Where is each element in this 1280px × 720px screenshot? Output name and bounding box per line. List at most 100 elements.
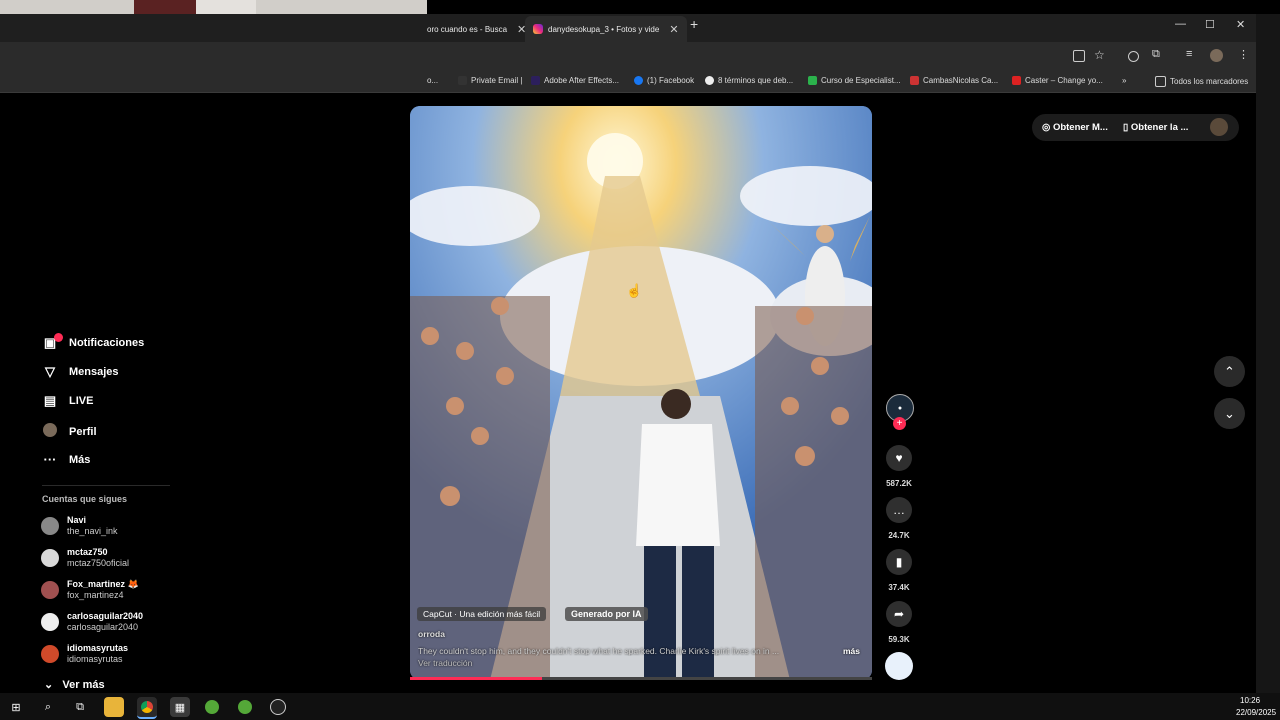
user-avatar[interactable]	[1210, 118, 1228, 136]
chrome-icon[interactable]	[137, 697, 157, 719]
like-count: 587.2K	[886, 479, 912, 488]
chevron-up-icon: ⌃	[1224, 363, 1235, 379]
more-dots-icon: ···	[43, 452, 57, 467]
browser-toolbar	[0, 42, 1256, 72]
obs-icon[interactable]	[268, 697, 288, 717]
bookmark-item[interactable]: Curso de Especialist...	[808, 76, 901, 85]
send-icon: ▽	[45, 364, 55, 379]
after-effects-icon	[531, 76, 540, 85]
video-frame-image	[410, 106, 872, 680]
profile-avatar	[42, 423, 58, 440]
bookmark-favicon-icon	[1012, 76, 1021, 85]
avatar	[41, 517, 59, 535]
share-button[interactable]: ➦	[886, 601, 912, 627]
sidebar-item-profile[interactable]: Perfil	[42, 423, 97, 440]
install-app-icon[interactable]	[1073, 50, 1085, 62]
media-control-icon[interactable]: ≡	[1186, 48, 1192, 60]
maximize-icon[interactable]: ☐	[1205, 18, 1215, 31]
utorrent-icon[interactable]	[235, 697, 255, 717]
phone-icon: ▯	[1123, 122, 1131, 133]
facebook-icon	[634, 76, 643, 85]
live-tv-icon: ▤	[43, 393, 57, 408]
bookmark-item[interactable]: Private Email |	[458, 76, 522, 85]
file-explorer-icon[interactable]	[104, 697, 124, 717]
bookmark-item[interactable]: (1) Facebook	[634, 76, 694, 85]
tab-title: oro cuando es - Busca	[427, 24, 508, 34]
previous-video-button[interactable]: ⌃	[1214, 356, 1245, 387]
translate-link[interactable]: Ver traducción	[418, 658, 472, 668]
comment-icon: …	[893, 503, 905, 517]
star-icon[interactable]: ☆	[1094, 48, 1105, 62]
video-author[interactable]: orroda	[418, 629, 445, 639]
capcut-badge[interactable]: CapCut · Una edición más fácil	[417, 607, 547, 621]
folder-icon	[1155, 76, 1166, 87]
chevron-down-icon: ⌄	[44, 679, 63, 691]
browser-tab-active[interactable]: danydesokupa_3 • Fotos y vide ✕	[525, 16, 687, 42]
bookmark-item[interactable]: o...	[427, 76, 438, 85]
avatar	[41, 613, 59, 631]
heart-icon: ♥	[895, 451, 903, 465]
tab-title: danydesokupa_3 • Fotos y vide	[548, 24, 660, 34]
avatar	[41, 581, 59, 599]
task-view-icon[interactable]: ⧉	[70, 697, 90, 717]
share-count: 59.3K	[888, 635, 910, 644]
extension-icon[interactable]	[1128, 51, 1139, 62]
chevron-down-icon: ⌄	[1224, 405, 1235, 421]
bookmark-favicon-icon	[705, 76, 714, 85]
close-window-icon[interactable]: ✕	[1236, 18, 1245, 31]
bookmark-icon: ▮	[895, 555, 903, 569]
following-section-title: Cuentas que sigues	[42, 494, 128, 504]
bookmark-item[interactable]: Caster – Change yo...	[1012, 76, 1103, 85]
like-button[interactable]: ♥	[886, 445, 912, 471]
video-player[interactable]	[410, 106, 872, 680]
bookmarks-overflow-icon[interactable]: »	[1122, 76, 1126, 85]
divider	[42, 485, 170, 486]
mouse-cursor-icon: ☝	[626, 283, 643, 298]
share-icon: ➦	[893, 607, 905, 621]
close-icon[interactable]: ✕	[669, 23, 678, 36]
new-tab-icon[interactable]: +	[690, 16, 698, 32]
comment-button[interactable]: …	[886, 497, 912, 523]
clock-date[interactable]: 22/09/2025	[1236, 708, 1276, 717]
caption-more-link[interactable]: más	[843, 646, 860, 656]
minimize-icon[interactable]: —	[1175, 18, 1186, 30]
utorrent-icon[interactable]	[202, 697, 222, 717]
video-progress-fill	[410, 677, 542, 680]
puzzle-icon[interactable]: ⧉	[1152, 48, 1160, 61]
instagram-icon	[533, 24, 543, 34]
clock-time[interactable]: 10:26	[1240, 696, 1260, 705]
bookmark-item[interactable]: 8 términos que deb...	[705, 76, 793, 85]
browser-tab[interactable]: oro cuando es - Busca ✕	[427, 16, 526, 42]
save-button[interactable]: ▮	[886, 549, 912, 575]
store-icon[interactable]: ▦	[170, 697, 190, 717]
windows-taskbar	[0, 693, 1280, 720]
windows-start-icon[interactable]: ⊞	[6, 697, 26, 717]
bookmark-item[interactable]: CambasNicolas Ca...	[910, 76, 998, 85]
search-icon[interactable]: ⌕	[38, 697, 58, 717]
next-video-button[interactable]: ⌄	[1214, 398, 1245, 429]
notification-badge	[54, 333, 63, 342]
profile-avatar[interactable]	[1210, 49, 1223, 62]
bookmark-favicon-icon	[808, 76, 817, 85]
all-bookmarks-button[interactable]: Todos los marcadores	[1155, 76, 1248, 87]
ai-generated-badge: Generado por IA	[565, 607, 648, 621]
follow-plus-icon[interactable]: +	[893, 417, 906, 430]
page-scrollbar[interactable]	[1256, 14, 1280, 693]
sidebar-item-messages[interactable]: ▽ Mensajes	[42, 364, 119, 380]
globe-icon	[458, 76, 467, 85]
bookmark-item[interactable]: Adobe After Effects...	[531, 76, 619, 85]
avatar	[41, 645, 59, 663]
sidebar-item-more[interactable]: ··· Más	[42, 452, 91, 467]
avatar	[41, 549, 59, 567]
comment-count: 24.7K	[888, 531, 910, 540]
get-app-button[interactable]: ▯ Obtener la ...	[1123, 122, 1188, 133]
coin-icon: ◎	[1042, 122, 1053, 133]
save-count: 37.4K	[888, 583, 910, 592]
get-coins-button[interactable]: ◎ Obtener M...	[1042, 122, 1108, 133]
music-disc-icon[interactable]	[885, 652, 913, 680]
menu-kebab-icon[interactable]: ⋮	[1238, 48, 1249, 61]
sidebar-item-live[interactable]: ▤ LIVE	[42, 393, 94, 409]
bookmark-favicon-icon	[910, 76, 919, 85]
video-caption: They couldn't stop him, and they couldn'…	[418, 646, 780, 656]
see-more-button[interactable]: ⌄ Ver más	[44, 678, 105, 691]
